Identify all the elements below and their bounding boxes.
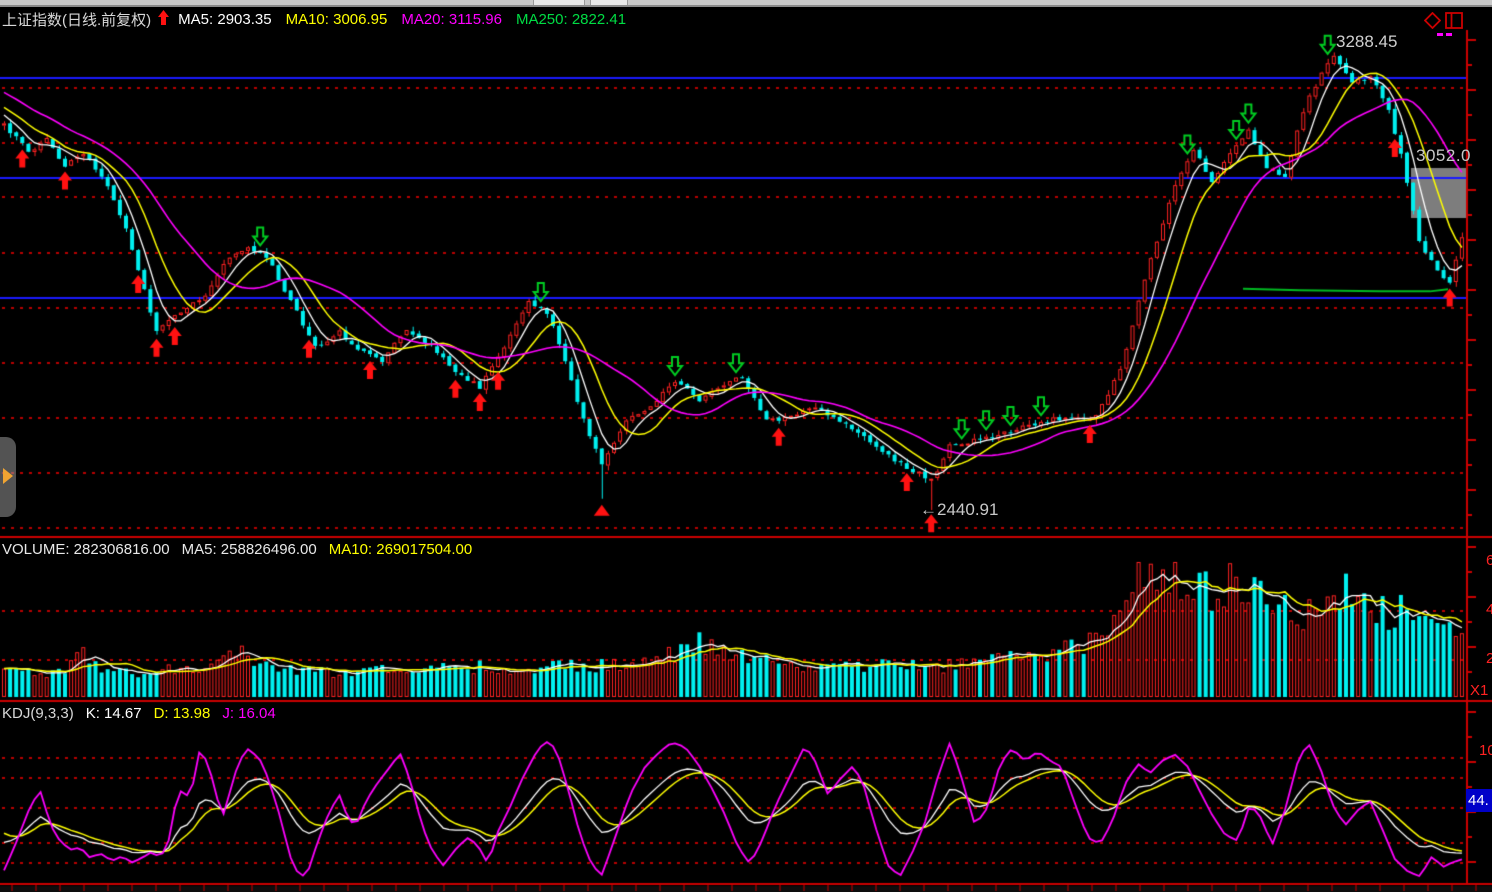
volume-scale-toggle[interactable]: X1 <box>1470 682 1488 699</box>
kdj-cursor-value-tag: 44. <box>1466 789 1492 812</box>
diamond-tool-icon[interactable] <box>1424 12 1441 34</box>
low-price-label: ←2440.91 <box>920 500 998 520</box>
magenta-dash-marks <box>1437 33 1452 36</box>
volume-pane-header: VOLUME: 282306816.00 MA5: 258826496.00 M… <box>2 541 472 558</box>
symbol-title: 上证指数(日线.前复权) <box>2 9 151 30</box>
ma5-legend: MA5: 2903.35 <box>178 11 271 28</box>
sidebar-expander-tab[interactable] <box>0 437 16 517</box>
volume-ma5: MA5: 258826496.00 <box>182 541 317 558</box>
ma10-legend: MA10: 3006.95 <box>286 11 388 28</box>
pane-window-icons <box>1424 12 1463 34</box>
cursor-price-label: 3052.0 <box>1416 146 1471 166</box>
up-arrow-icon <box>157 9 170 30</box>
titlebar-shadow <box>0 5 1492 7</box>
window-restore-icon[interactable] <box>1445 12 1463 34</box>
kdj-d-value: D: 13.98 <box>154 705 211 722</box>
kdj-indicator-name: KDJ(9,3,3) <box>2 705 74 722</box>
kdj-pane-header: KDJ(9,3,3) K: 14.67 D: 13.98 J: 16.04 <box>2 705 276 722</box>
ma250-legend: MA250: 2822.41 <box>516 11 626 28</box>
volume-ma10: MA10: 269017504.00 <box>329 541 472 558</box>
kdj-axis-label: 10 <box>1479 742 1492 759</box>
expand-right-icon <box>3 468 13 484</box>
chart-canvas[interactable] <box>0 0 1492 892</box>
main-pane-header: 上证指数(日线.前复权) MA5: 2903.35 MA10: 3006.95 … <box>2 9 626 30</box>
volume-axis-label: 2 <box>1486 650 1492 667</box>
kdj-k-value: K: 14.67 <box>86 705 142 722</box>
volume-axis-label: 4 <box>1486 601 1492 618</box>
ma20-legend: MA20: 3115.96 <box>401 11 502 28</box>
chart-window: 上证指数(日线.前复权) MA5: 2903.35 MA10: 3006.95 … <box>0 0 1492 892</box>
volume-axis-label: 6 <box>1486 552 1492 569</box>
peak-price-label: 3288.45 <box>1336 32 1397 52</box>
volume-value: VOLUME: 282306816.00 <box>2 541 170 558</box>
kdj-j-value: J: 16.04 <box>222 705 275 722</box>
